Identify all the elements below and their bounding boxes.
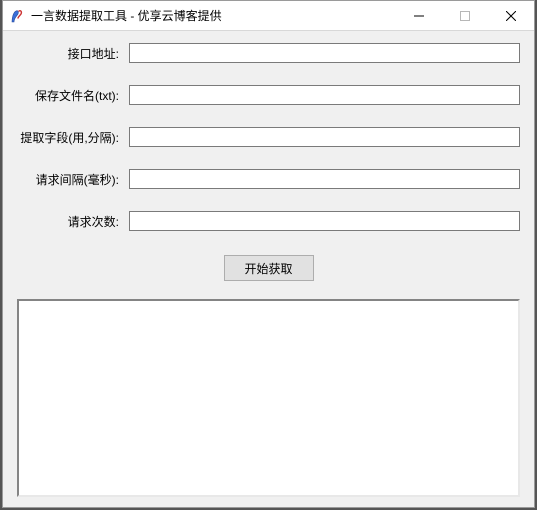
row-save-name: 保存文件名(txt): bbox=[17, 85, 520, 105]
label-api-url: 接口地址: bbox=[17, 45, 129, 62]
input-api-url[interactable] bbox=[129, 43, 520, 63]
label-count: 请求次数: bbox=[17, 213, 129, 230]
client-area: 接口地址: 保存文件名(txt): 提取字段(用,分隔): 请求间隔(毫秒): … bbox=[3, 31, 534, 507]
label-interval: 请求间隔(毫秒): bbox=[17, 171, 129, 188]
maximize-button[interactable] bbox=[442, 1, 488, 31]
app-window: 一言数据提取工具 - 优享云博客提供 接口地址: 保存文件名(txt): 提取字… bbox=[2, 0, 535, 508]
row-count: 请求次数: bbox=[17, 211, 520, 231]
input-count[interactable] bbox=[129, 211, 520, 231]
close-button[interactable] bbox=[488, 1, 534, 31]
start-button[interactable]: 开始获取 bbox=[224, 255, 314, 281]
minimize-button[interactable] bbox=[396, 1, 442, 31]
titlebar: 一言数据提取工具 - 优享云博客提供 bbox=[3, 1, 534, 31]
input-interval[interactable] bbox=[129, 169, 520, 189]
label-fields: 提取字段(用,分隔): bbox=[17, 129, 129, 146]
input-save-name[interactable] bbox=[129, 85, 520, 105]
output-textarea[interactable] bbox=[17, 299, 520, 497]
row-api-url: 接口地址: bbox=[17, 43, 520, 63]
app-icon bbox=[9, 8, 25, 24]
row-fields: 提取字段(用,分隔): bbox=[17, 127, 520, 147]
input-fields[interactable] bbox=[129, 127, 520, 147]
button-row: 开始获取 bbox=[17, 255, 520, 281]
label-save-name: 保存文件名(txt): bbox=[17, 87, 129, 104]
window-title: 一言数据提取工具 - 优享云博客提供 bbox=[31, 7, 222, 24]
row-interval: 请求间隔(毫秒): bbox=[17, 169, 520, 189]
